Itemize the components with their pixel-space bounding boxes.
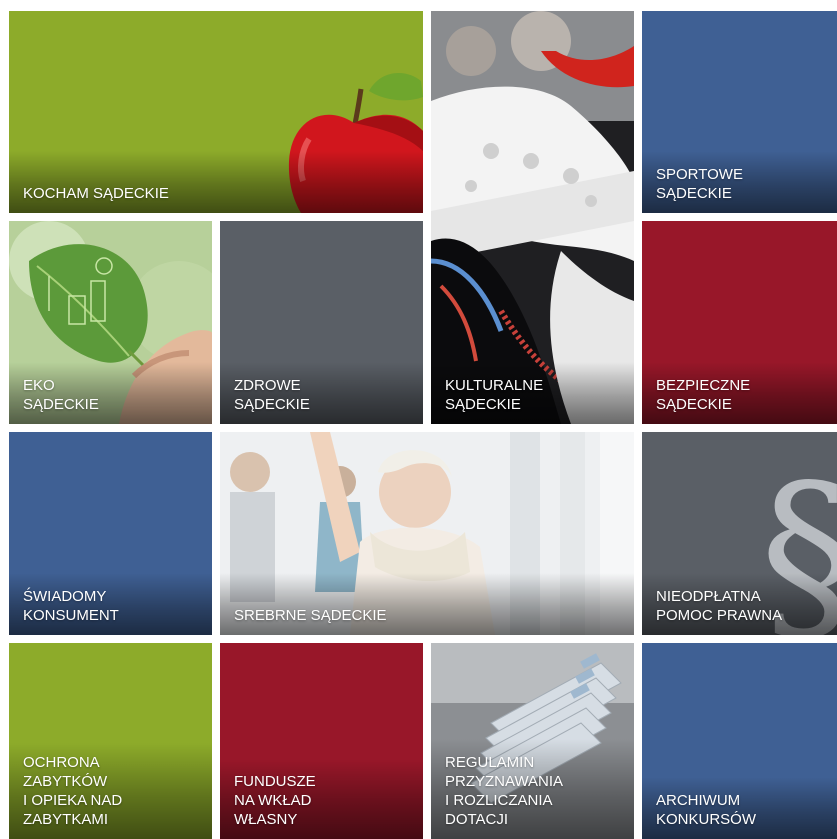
tile-label: SREBRNE SĄDECKIE [234,607,387,624]
tile-bezpieczne-sadeckie[interactable]: BEZPIECZNE SĄDECKIE [642,221,837,424]
tile-label: KOCHAM SĄDECKIE [23,185,169,202]
tile-archiwum-konkursow[interactable]: ARCHIWUM KONKURSÓW [642,643,837,839]
tile-sportowe-sadeckie[interactable]: SPORTOWE SĄDECKIE [642,11,837,213]
tile-grid: KOCHAM SĄDECKIE KULTURALNE SĄDECKIE SPOR… [0,0,837,839]
tile-kocham-sadeckie[interactable]: KOCHAM SĄDECKIE [9,11,423,213]
tile-zdrowe-sadeckie[interactable]: ZDROWE SĄDECKIE [220,221,423,424]
tile-nieodplatna-pomoc-prawna[interactable]: § NIEODPŁATNA POMOC PRAWNA [642,432,837,635]
tile-regulamin-dotacji[interactable]: REGULAMIN PRZYZNAWANIA I ROZLICZANIA DOT… [431,643,634,839]
tile-fundusze-na-wklad-wlasny[interactable]: FUNDUSZE NA WKŁAD WŁASNY [220,643,423,839]
tile-label: FUNDUSZE NA WKŁAD WŁASNY [234,773,316,828]
tile-label: REGULAMIN PRZYZNAWANIA I ROZLICZANIA DOT… [445,754,564,828]
tile-label: BEZPIECZNE SĄDECKIE [656,377,751,413]
tile-ochrona-zabytkow[interactable]: OCHRONA ZABYTKÓW I OPIEKA NAD ZABYTKAMI [9,643,212,839]
tile-label: ŚWIADOMY KONSUMENT [23,588,119,624]
tile-label: EKO SĄDECKIE [23,377,99,413]
tile-srebrne-sadeckie[interactable]: SREBRNE SĄDECKIE [220,432,634,635]
tile-label: OCHRONA ZABYTKÓW I OPIEKA NAD ZABYTKAMI [23,754,123,828]
tile-label: SPORTOWE SĄDECKIE [656,166,743,202]
tile-kulturalne-sadeckie[interactable]: KULTURALNE SĄDECKIE [431,11,634,424]
tile-eko-sadeckie[interactable]: EKO SĄDECKIE [9,221,212,424]
tile-label: ZDROWE SĄDECKIE [234,377,310,413]
tile-swiadomy-konsument[interactable]: ŚWIADOMY KONSUMENT [9,432,212,635]
tile-label: NIEODPŁATNA POMOC PRAWNA [656,588,783,624]
tile-label: KULTURALNE SĄDECKIE [445,377,544,413]
tile-label: ARCHIWUM KONKURSÓW [656,792,757,828]
